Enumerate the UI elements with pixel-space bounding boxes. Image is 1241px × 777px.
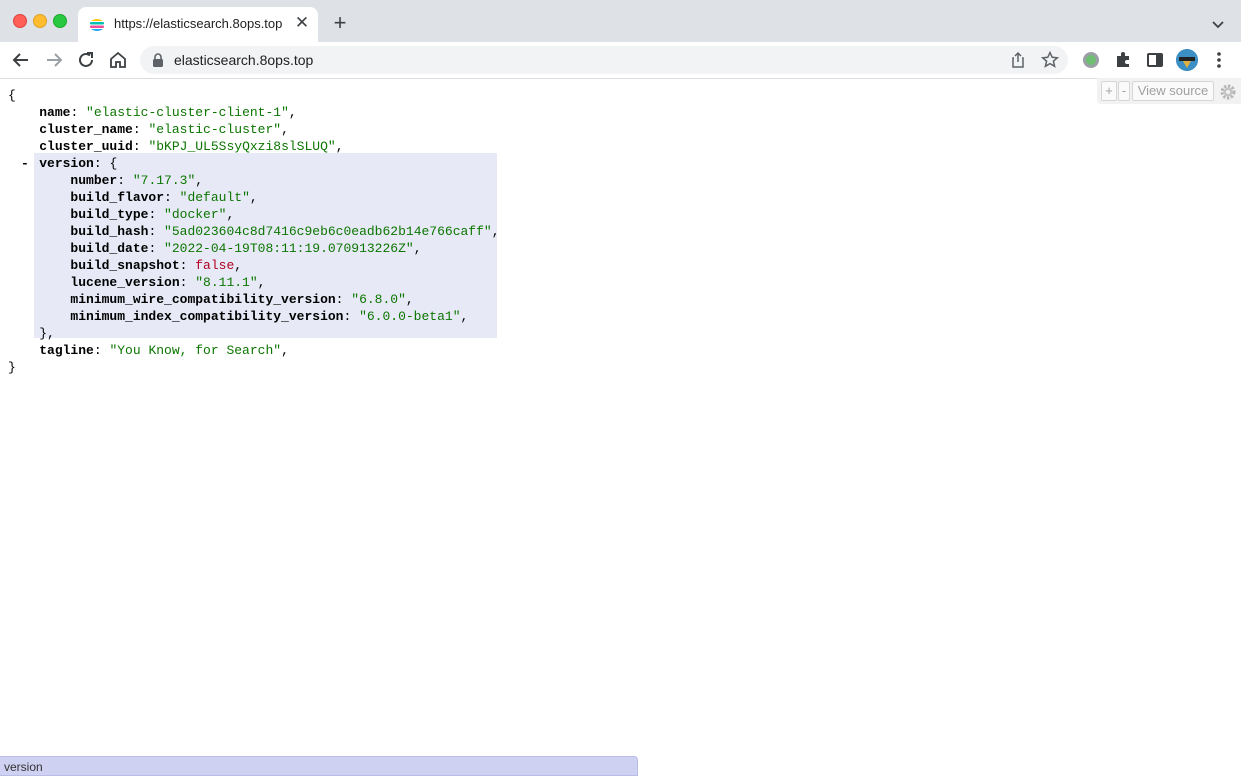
json-open-brace: { <box>8 88 16 103</box>
back-arrow-icon[interactable] <box>9 48 33 72</box>
collapse-toggle[interactable]: - <box>21 155 29 172</box>
browser-titlebar: https://elasticsearch.8ops.top ✕ + <box>0 0 1241 42</box>
json-entry-cluster-uuid: cluster_uuid: "bKPJ_UL5SsyQxzi8slSLUQ", <box>39 139 344 154</box>
status-bar: version <box>0 756 638 776</box>
close-window-button[interactable] <box>13 14 27 28</box>
json-key[interactable]: build_type <box>70 207 148 222</box>
json-entry-tagline: tagline: "You Know, for Search", <box>39 343 289 358</box>
json-entry-cluster-name: cluster_name: "elastic-cluster", <box>39 122 289 137</box>
reload-icon[interactable] <box>74 48 98 72</box>
json-key[interactable]: cluster_name <box>39 122 133 137</box>
json-value: "6.8.0" <box>351 292 406 307</box>
json-close-brace: } <box>8 360 16 375</box>
profile-avatar[interactable] <box>1176 49 1198 71</box>
json-entry-build-date: build_date: "2022-04-19T08:11:19.0709132… <box>70 241 422 256</box>
json-entry-build-type: build_type: "docker", <box>70 207 235 222</box>
bookmark-star-icon[interactable] <box>1040 50 1060 70</box>
json-entry-build-flavor: build_flavor: "default", <box>70 190 258 205</box>
json-object-open: { <box>101 156 118 171</box>
json-key[interactable]: version <box>39 156 94 171</box>
browser-tab-active[interactable]: https://elasticsearch.8ops.top ✕ <box>78 7 318 42</box>
extension-status-icon[interactable] <box>1079 48 1103 72</box>
address-bar[interactable]: elasticsearch.8ops.top <box>140 46 1068 74</box>
json-key[interactable]: number <box>70 173 117 188</box>
json-document: { name: "elastic-cluster-client-1", clus… <box>8 87 500 376</box>
profile-avatar-icon <box>1176 49 1198 71</box>
json-key[interactable]: build_snapshot <box>70 258 179 273</box>
url-text[interactable]: elasticsearch.8ops.top <box>174 52 313 68</box>
share-icon[interactable] <box>1008 50 1028 70</box>
json-value: "elastic-cluster-client-1" <box>86 105 289 120</box>
maximize-window-button[interactable] <box>53 14 67 28</box>
json-key[interactable]: tagline <box>39 343 94 358</box>
expand-all-button[interactable]: + <box>1101 81 1117 101</box>
json-entry-build-snapshot: build_snapshot: false, <box>70 258 243 273</box>
json-key[interactable]: minimum_index_compatibility_version <box>70 309 343 324</box>
forward-arrow-icon[interactable] <box>42 48 66 72</box>
tab-close-icon[interactable]: ✕ <box>292 13 312 33</box>
tab-title: https://elasticsearch.8ops.top <box>114 16 283 31</box>
json-value: "5ad023604c8d7416c9eb6c0eadb62b14e766caf… <box>164 224 492 239</box>
json-key[interactable]: build_hash <box>70 224 148 239</box>
gear-icon[interactable] <box>1219 83 1237 101</box>
json-value: "You Know, for Search" <box>109 343 282 358</box>
json-value: "bKPJ_UL5SsyQxzi8slSLUQ" <box>148 139 336 154</box>
json-value: false <box>195 258 235 273</box>
json-value: "8.11.1" <box>195 275 258 290</box>
json-value: "elastic-cluster" <box>148 122 282 137</box>
json-entry-lucene-version: lucene_version: "8.11.1", <box>70 275 266 290</box>
elastic-favicon-icon <box>89 17 105 33</box>
more-menu-icon[interactable] <box>1207 48 1231 72</box>
json-entry-version: - version: { <box>21 155 118 172</box>
view-source-button[interactable]: View source <box>1132 81 1214 101</box>
new-tab-button[interactable]: + <box>329 12 351 35</box>
json-value: "2022-04-19T08:11:19.070913226Z" <box>164 241 414 256</box>
side-panel-icon[interactable] <box>1143 48 1167 72</box>
json-value: "default" <box>179 190 250 205</box>
json-key[interactable]: cluster_uuid <box>39 139 133 154</box>
json-key[interactable]: minimum_wire_compatibility_version <box>70 292 335 307</box>
browser-toolbar: elasticsearch.8ops.top <box>0 42 1241 79</box>
json-key[interactable]: build_flavor <box>70 190 164 205</box>
json-value: "7.17.3" <box>132 173 196 188</box>
json-object-close: }, <box>39 326 55 341</box>
json-entry-min-index-version: minimum_index_compatibility_version: "6.… <box>70 309 469 324</box>
json-value: "docker" <box>164 207 227 222</box>
json-key[interactable]: build_date <box>70 241 148 256</box>
home-icon[interactable] <box>106 48 130 72</box>
json-key[interactable]: name <box>39 105 70 120</box>
tab-search-chevron-down-icon[interactable] <box>1208 14 1228 34</box>
lock-icon[interactable] <box>152 53 164 67</box>
minimize-window-button[interactable] <box>33 14 47 28</box>
collapse-all-button[interactable]: - <box>1118 81 1130 101</box>
json-version-close: }, <box>8 325 500 342</box>
json-value: "6.0.0-beta1" <box>359 309 461 324</box>
json-entry-build-hash: build_hash: "5ad023604c8d7416c9eb6c0eadb… <box>70 224 500 239</box>
json-entry-min-wire-version: minimum_wire_compatibility_version: "6.8… <box>70 292 414 307</box>
json-key[interactable]: lucene_version <box>70 275 179 290</box>
extensions-puzzle-icon[interactable] <box>1111 48 1135 72</box>
json-entry-name: name: "elastic-cluster-client-1", <box>39 105 297 120</box>
json-entry-number: number: "7.17.3", <box>70 173 204 188</box>
